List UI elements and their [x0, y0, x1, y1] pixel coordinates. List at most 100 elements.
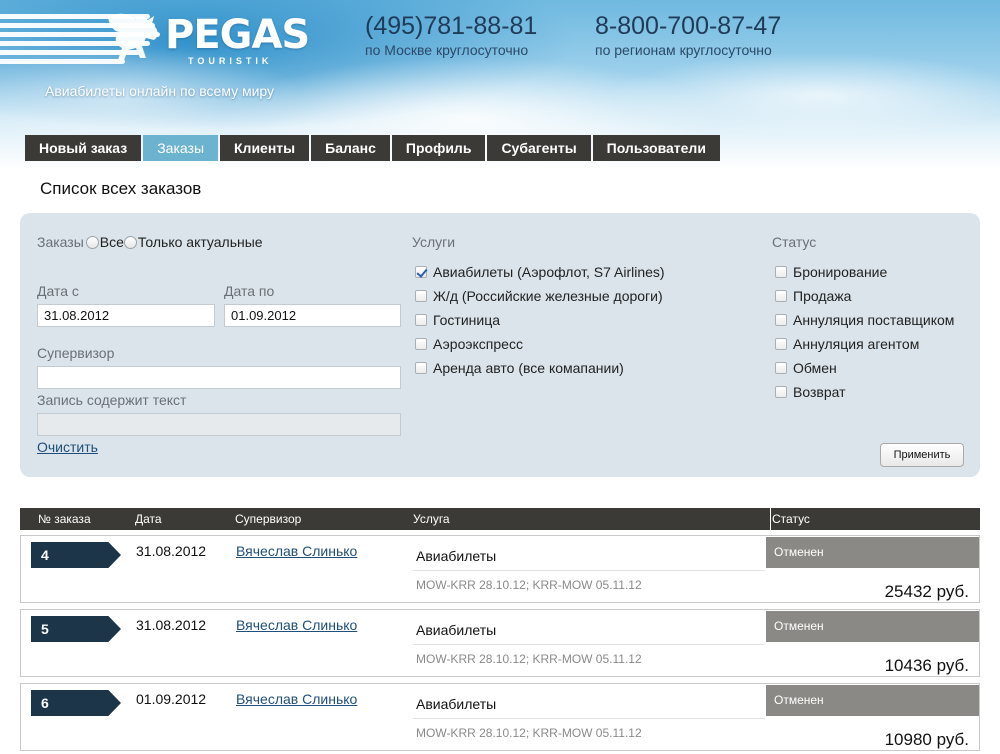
text-search-label: Запись содержит текст	[37, 392, 187, 408]
checkbox-icon[interactable]	[415, 290, 427, 302]
order-supervisor-link[interactable]: Вячеслав Слинько	[236, 691, 357, 707]
col-status[interactable]: Статус	[772, 512, 810, 526]
status-exchange[interactable]: Обмен	[775, 360, 837, 376]
nav-clients[interactable]: Клиенты	[220, 135, 310, 161]
col-service[interactable]: Услуга	[413, 512, 450, 526]
supervisor-label: Супервизор	[37, 345, 115, 361]
checkbox-icon[interactable]	[775, 314, 787, 326]
clear-link[interactable]: Очистить	[37, 439, 98, 455]
checkbox-checked-icon[interactable]	[415, 266, 427, 278]
order-row[interactable]: 6 01.09.2012 Вячеслав Слинько Авиабилеты…	[20, 683, 980, 751]
status-option-label[interactable]: Продажа	[793, 288, 851, 304]
divider	[413, 644, 765, 645]
order-status-badge: Отменен	[766, 537, 979, 568]
phone-regions: 8-800-700-87-47 по регионам круглосуточн…	[595, 12, 781, 58]
order-number-badge[interactable]: 4	[31, 542, 121, 568]
order-service: Авиабилеты	[416, 696, 497, 712]
main-nav: Новый заказ Заказы Клиенты Баланс Профил…	[25, 135, 722, 161]
service-label[interactable]: Ж/д (Российские железные дороги)	[433, 288, 663, 304]
phone-note: по регионам круглосуточно	[595, 42, 772, 58]
pegasus-logo-icon	[108, 13, 158, 61]
service-hotel[interactable]: Гостиница	[415, 312, 500, 328]
nav-profile[interactable]: Профиль	[391, 135, 486, 161]
radio-all-label[interactable]: Все	[100, 234, 124, 250]
status-sale[interactable]: Продажа	[775, 288, 851, 304]
service-flights[interactable]: Авиабилеты (Аэрофлот, S7 Airlines)	[415, 264, 665, 280]
order-number-badge[interactable]: 5	[31, 616, 121, 642]
checkbox-icon[interactable]	[415, 362, 427, 374]
apply-button[interactable]: Применить	[880, 443, 964, 467]
radio-actual-label[interactable]: Только актуальные	[138, 234, 263, 250]
order-date: 31.08.2012	[136, 617, 207, 633]
nav-subagents[interactable]: Субагенты	[487, 135, 591, 161]
order-service: Авиабилеты	[416, 622, 497, 638]
checkbox-icon[interactable]	[415, 314, 427, 326]
order-route: MOW-KRR 28.10.12; KRR-MOW 05.11.12	[416, 726, 642, 740]
service-rail[interactable]: Ж/д (Российские железные дороги)	[415, 288, 663, 304]
nav-users[interactable]: Пользователи	[592, 135, 720, 161]
order-price: 25432 руб.	[884, 582, 969, 601]
service-label[interactable]: Авиабилеты (Аэрофлот, S7 Airlines)	[433, 264, 665, 280]
tagline: Авиабилеты онлайн по всему миру	[45, 83, 275, 99]
service-label[interactable]: Аренда авто (все комапании)	[433, 360, 624, 376]
order-route: MOW-KRR 28.10.12; KRR-MOW 05.11.12	[416, 652, 642, 666]
checkbox-icon[interactable]	[775, 362, 787, 374]
service-aeroexpress[interactable]: Аэроэкспресс	[415, 336, 523, 352]
services-label: Услуги	[412, 234, 456, 250]
logo-text[interactable]: PEGAS	[165, 12, 310, 58]
supervisor-input[interactable]	[37, 366, 401, 389]
status-option-label[interactable]: Аннуляция поставщиком	[793, 312, 954, 328]
page-title: Список всех заказов	[40, 179, 202, 198]
orders-table-header: № заказа Дата Супервизор Услуга Статус	[20, 508, 980, 530]
status-option-label[interactable]: Возврат	[793, 384, 846, 400]
column-divider	[770, 508, 771, 530]
checkbox-icon[interactable]	[415, 338, 427, 350]
order-supervisor-link[interactable]: Вячеслав Слинько	[236, 617, 357, 633]
order-supervisor-link[interactable]: Вячеслав Слинько	[236, 543, 357, 559]
order-date: 31.08.2012	[136, 543, 207, 559]
status-supplier-cancel[interactable]: Аннуляция поставщиком	[775, 312, 954, 328]
status-option-label[interactable]: Обмен	[793, 360, 837, 376]
order-price: 10980 руб.	[884, 730, 969, 749]
service-label[interactable]: Аэроэкспресс	[433, 336, 523, 352]
col-date[interactable]: Дата	[135, 512, 162, 526]
checkbox-icon[interactable]	[775, 266, 787, 278]
orders-label: Заказы	[37, 234, 84, 250]
order-row[interactable]: 4 31.08.2012 Вячеслав Слинько Авиабилеты…	[20, 535, 980, 603]
nav-orders[interactable]: Заказы	[143, 135, 219, 161]
divider	[413, 570, 765, 571]
order-number-badge[interactable]: 6	[31, 690, 121, 716]
status-agent-cancel[interactable]: Аннуляция агентом	[775, 336, 919, 352]
phone-number: (495)781-88-81	[365, 12, 538, 40]
order-status-badge: Отменен	[766, 611, 979, 642]
nav-balance[interactable]: Баланс	[311, 135, 390, 161]
date-to-input[interactable]	[224, 304, 401, 327]
phone-number: 8-800-700-87-47	[595, 12, 782, 40]
nav-new-order[interactable]: Новый заказ	[25, 135, 142, 161]
col-order-number[interactable]: № заказа	[38, 512, 91, 526]
phone-moscow: (495)781-88-81 по Москве круглосуточно	[365, 12, 537, 58]
divider	[413, 718, 765, 719]
col-supervisor[interactable]: Супервизор	[235, 512, 301, 526]
date-from-input[interactable]	[37, 304, 215, 327]
checkbox-icon[interactable]	[775, 338, 787, 350]
order-status-badge: Отменен	[766, 685, 979, 716]
service-label[interactable]: Гостиница	[433, 312, 500, 328]
radio-actual[interactable]	[123, 235, 137, 249]
checkbox-icon[interactable]	[775, 290, 787, 302]
service-car-rental[interactable]: Аренда авто (все комапании)	[415, 360, 624, 376]
status-option-label[interactable]: Бронирование	[793, 264, 887, 280]
radio-all[interactable]	[85, 235, 99, 249]
filter-panel: Заказы Все Только актуальные Дата с Дата…	[20, 213, 980, 477]
checkbox-icon[interactable]	[775, 386, 787, 398]
date-from-label: Дата с	[37, 283, 79, 299]
logo-subtitle: TOURISTIK	[188, 56, 273, 66]
text-search-input[interactable]	[37, 413, 401, 436]
status-option-label[interactable]: Аннуляция агентом	[793, 336, 919, 352]
status-booking[interactable]: Бронирование	[775, 264, 887, 280]
status-label: Статус	[772, 234, 817, 250]
order-route: MOW-KRR 28.10.12; KRR-MOW 05.11.12	[416, 578, 642, 592]
order-row[interactable]: 5 31.08.2012 Вячеслав Слинько Авиабилеты…	[20, 609, 980, 677]
order-service: Авиабилеты	[416, 548, 497, 564]
status-refund[interactable]: Возврат	[775, 384, 846, 400]
